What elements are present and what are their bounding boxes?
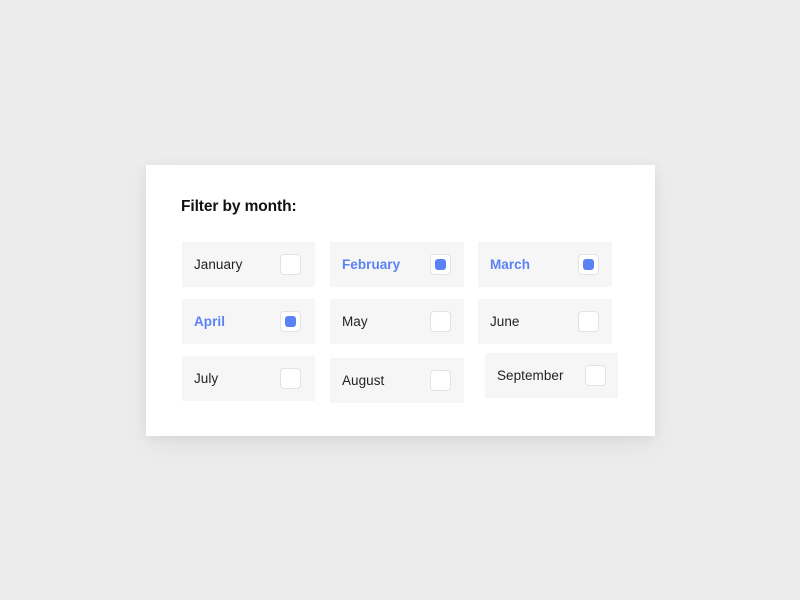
month-chip-may[interactable]: May [330,299,464,344]
checkbox-fill-icon [590,370,601,381]
checkbox-fill-icon [583,316,594,327]
month-checkbox-march[interactable] [578,254,599,275]
month-chip-march[interactable]: March [478,242,612,287]
month-checkbox-september[interactable] [585,365,606,386]
month-checkbox-august[interactable] [430,370,451,391]
month-chip-july[interactable]: July [182,356,315,401]
month-chip-september[interactable]: September [485,353,618,398]
checkbox-fill-icon [285,373,296,384]
checkbox-fill-icon [435,375,446,386]
checkbox-fill-icon [285,316,296,327]
checkbox-fill-icon [435,259,446,270]
month-label-july: July [194,371,219,386]
month-label-may: May [342,314,368,329]
month-label-january: January [194,257,243,272]
month-label-march: March [490,257,531,272]
month-label-february: February [342,257,401,272]
month-filter-grid: January February March April May June Ju… [146,165,655,436]
month-label-september: September [497,368,564,383]
month-chip-august[interactable]: August [330,358,464,403]
month-checkbox-april[interactable] [280,311,301,332]
month-checkbox-january[interactable] [280,254,301,275]
filter-card: Filter by month: January February March … [146,165,655,436]
checkbox-fill-icon [435,316,446,327]
month-label-june: June [490,314,520,329]
checkbox-fill-icon [285,259,296,270]
month-label-august: August [342,373,385,388]
month-chip-june[interactable]: June [478,299,612,344]
month-label-april: April [194,314,226,329]
month-checkbox-may[interactable] [430,311,451,332]
month-chip-february[interactable]: February [330,242,464,287]
month-checkbox-july[interactable] [280,368,301,389]
month-chip-january[interactable]: January [182,242,315,287]
month-checkbox-february[interactable] [430,254,451,275]
checkbox-fill-icon [583,259,594,270]
month-checkbox-june[interactable] [578,311,599,332]
month-chip-april[interactable]: April [182,299,315,344]
